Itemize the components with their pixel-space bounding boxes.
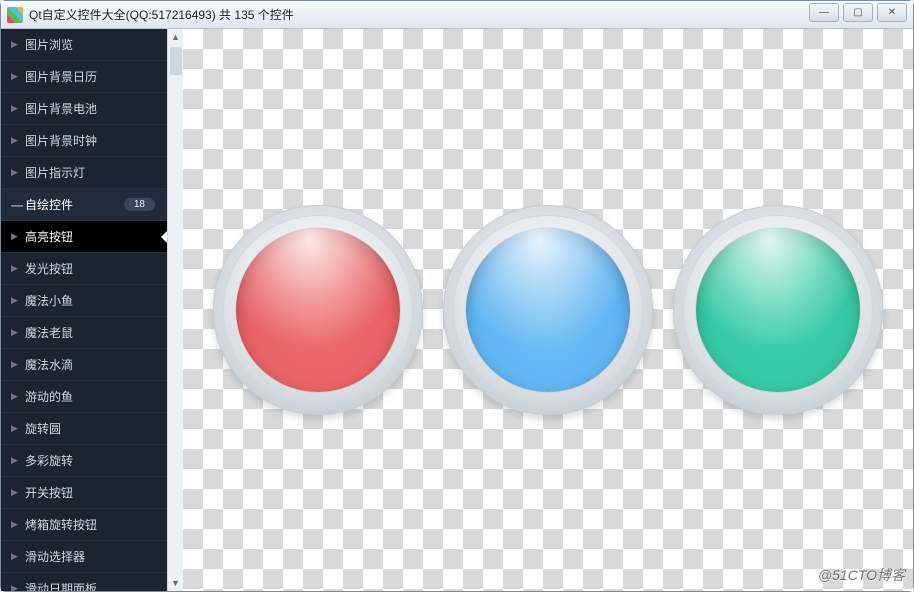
scroll-down-icon[interactable]: ▼ [169, 575, 183, 591]
sidebar-item[interactable]: ▶ 发光按钮 [1, 253, 167, 285]
gloss-overlay [696, 228, 860, 383]
sidebar-item-label: 滑动选择器 [25, 548, 85, 565]
sidebar-item[interactable]: ▶ 图片背景日历 [1, 61, 167, 93]
caret-right-icon: ▶ [11, 391, 18, 402]
caret-right-icon: ▶ [11, 263, 18, 274]
sidebar-item[interactable]: ▶ 魔法水滴 [1, 349, 167, 381]
sidebar-item-label: 多彩旋转 [25, 452, 73, 469]
sidebar-item-label: 图片浏览 [25, 36, 73, 53]
sidebar-scrollbar[interactable]: ▲ ▼ [167, 29, 183, 591]
app-icon [7, 7, 23, 23]
sidebar-item[interactable]: ▶ 开关按钮 [1, 477, 167, 509]
highlight-button-green[interactable] [673, 205, 883, 415]
window-title: Qt自定义控件大全(QQ:517216493) 共 135 个控件 [29, 6, 294, 23]
maximize-button[interactable]: ▢ [843, 3, 873, 22]
caret-right-icon: ▶ [11, 295, 18, 306]
sidebar-item[interactable]: ▶ 滑动日期面板 [1, 573, 167, 591]
sidebar-item-label: 高亮按钮 [25, 228, 73, 245]
sidebar-item[interactable]: ▶ 图片浏览 [1, 29, 167, 61]
scroll-thumb[interactable] [170, 47, 182, 75]
app-window: Qt自定义控件大全(QQ:517216493) 共 135 个控件 — ▢ ✕ … [0, 0, 914, 592]
titlebar[interactable]: Qt自定义控件大全(QQ:517216493) 共 135 个控件 — ▢ ✕ [1, 1, 913, 29]
caret-right-icon: ▶ [11, 135, 18, 146]
gloss-overlay [236, 228, 400, 383]
caret-right-icon: ▶ [11, 167, 18, 178]
caret-right-icon: ▶ [11, 487, 18, 498]
sidebar-item-label: 魔法水滴 [25, 356, 73, 373]
sidebar-item-label: 发光按钮 [25, 260, 73, 277]
sidebar-item-highlight-button[interactable]: ▶ 高亮按钮 [1, 221, 167, 253]
preview-pane [183, 29, 913, 591]
window-controls: — ▢ ✕ [809, 3, 907, 22]
sidebar-item-label: 图片指示灯 [25, 164, 85, 181]
close-button[interactable]: ✕ [877, 3, 907, 22]
button-face [236, 228, 400, 392]
highlight-button-blue[interactable] [443, 205, 653, 415]
sidebar-item[interactable]: ▶ 多彩旋转 [1, 445, 167, 477]
content-area: ▶ 图片浏览 ▶ 图片背景日历 ▶ 图片背景电池 ▶ 图片背景时钟 ▶ 图片指示灯 — 自… [1, 29, 913, 591]
caret-right-icon: ▶ [11, 327, 18, 338]
sidebar-item[interactable]: ▶ 魔法老鼠 [1, 317, 167, 349]
sidebar-group-badge: 18 [124, 198, 155, 211]
caret-right-icon: ▶ [11, 455, 18, 466]
sidebar-item-label: 开关按钮 [25, 484, 73, 501]
sidebar-group-label: 自绘控件 [25, 196, 73, 213]
expand-collapse-icon: — [11, 198, 23, 212]
sidebar-item[interactable]: ▶ 图片背景电池 [1, 93, 167, 125]
sidebar-item[interactable]: ▶ 旋转圆 [1, 413, 167, 445]
watermark: @51CTO博客 [818, 565, 905, 585]
sidebar-item[interactable]: ▶ 游动的鱼 [1, 381, 167, 413]
button-face [466, 228, 630, 392]
sidebar-group-self-draw[interactable]: — 自绘控件 18 [1, 189, 167, 221]
scroll-up-icon[interactable]: ▲ [169, 29, 183, 45]
highlight-button-red[interactable] [213, 205, 423, 415]
sidebar-item-label: 图片背景电池 [25, 100, 97, 117]
caret-right-icon: ▶ [11, 359, 18, 370]
sidebar-item[interactable]: ▶ 图片背景时钟 [1, 125, 167, 157]
sidebar-item-label: 图片背景日历 [25, 68, 97, 85]
sidebar-item-label: 魔法小鱼 [25, 292, 73, 309]
caret-right-icon: ▶ [11, 39, 18, 50]
sidebar-item[interactable]: ▶ 图片指示灯 [1, 157, 167, 189]
caret-right-icon: ▶ [11, 231, 18, 242]
sidebar-item-label: 魔法老鼠 [25, 324, 73, 341]
sidebar-item[interactable]: ▶ 滑动选择器 [1, 541, 167, 573]
caret-right-icon: ▶ [11, 71, 18, 82]
caret-right-icon: ▶ [11, 583, 18, 591]
sidebar: ▶ 图片浏览 ▶ 图片背景日历 ▶ 图片背景电池 ▶ 图片背景时钟 ▶ 图片指示灯 — 自… [1, 29, 183, 591]
sidebar-item[interactable]: ▶ 烤箱旋转按钮 [1, 509, 167, 541]
sidebar-items: ▶ 图片浏览 ▶ 图片背景日历 ▶ 图片背景电池 ▶ 图片背景时钟 ▶ 图片指示灯 — 自… [1, 29, 167, 591]
gloss-overlay [466, 228, 630, 383]
minimize-button[interactable]: — [809, 3, 839, 22]
sidebar-item-label: 图片背景时钟 [25, 132, 97, 149]
caret-right-icon: ▶ [11, 423, 18, 434]
button-face [696, 228, 860, 392]
sidebar-item-label: 游动的鱼 [25, 388, 73, 405]
caret-right-icon: ▶ [11, 519, 18, 530]
highlight-buttons-row [213, 205, 883, 415]
sidebar-item[interactable]: ▶ 魔法小鱼 [1, 285, 167, 317]
sidebar-item-label: 滑动日期面板 [25, 580, 97, 591]
caret-right-icon: ▶ [11, 551, 18, 562]
sidebar-item-label: 烤箱旋转按钮 [25, 516, 97, 533]
caret-right-icon: ▶ [11, 103, 18, 114]
sidebar-item-label: 旋转圆 [25, 420, 61, 437]
